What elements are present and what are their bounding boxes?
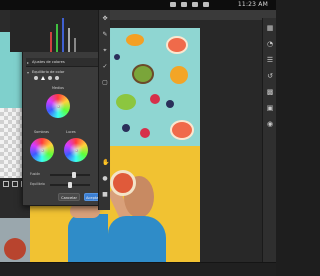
tone-selector (34, 76, 59, 80)
fruit-berry-small (122, 124, 130, 132)
balance-slider-knob[interactable] (68, 182, 72, 188)
swatches-icon[interactable]: ▩ (266, 88, 274, 96)
blend-slider[interactable] (50, 172, 90, 178)
hand-icon[interactable]: ✋ (102, 160, 109, 166)
midtones-icon[interactable] (41, 76, 45, 80)
right-panel-dock: ▦ ◔ ☰ ↺ ▩ ▣ ◉ (262, 18, 276, 268)
grapefruit-held (110, 170, 136, 196)
fruit-orange-half (170, 66, 188, 84)
histogram-bar (62, 18, 64, 52)
wheel-handle[interactable] (57, 105, 61, 109)
histogram-bar (50, 32, 52, 52)
layers-icon[interactable]: ▦ (266, 24, 274, 32)
search-icon[interactable] (192, 2, 198, 7)
fruit-orange-slice (126, 34, 144, 46)
blend-slider-knob[interactable] (72, 172, 76, 178)
section-color-adjustments[interactable]: ▸ Ajustes de colores (26, 58, 98, 67)
fx-icon[interactable] (12, 181, 18, 187)
foreground-color-icon[interactable]: ■ (102, 192, 108, 198)
shadows-icon[interactable] (34, 76, 38, 80)
histogram-bar (56, 24, 58, 52)
fruit-blueberries (166, 100, 174, 108)
balance-slider[interactable] (50, 182, 90, 188)
fruit-strawberry (140, 128, 150, 138)
wifi-icon[interactable] (181, 2, 187, 7)
battery-icon[interactable] (170, 2, 176, 7)
channels-icon[interactable]: ◉ (266, 120, 274, 128)
eraser-icon[interactable]: ▢ (102, 80, 108, 86)
fruit-blueberry (114, 54, 120, 60)
blend-label: Fusión (30, 172, 41, 176)
person-shirt (108, 216, 166, 268)
shadows-label: Sombras (34, 130, 49, 134)
status-bar (0, 262, 276, 276)
link-icon[interactable] (3, 181, 9, 187)
chevron-down-icon: ▾ (27, 70, 30, 75)
wheel-handle[interactable] (41, 149, 45, 153)
options-bar (110, 10, 276, 20)
fruit-grapefruit-bottom (170, 120, 194, 140)
adjustments-icon[interactable]: ◔ (266, 40, 274, 48)
section-label: Equilibrio de color (32, 70, 65, 74)
section-label: Ajustes de colores (32, 60, 65, 64)
global-icon[interactable] (55, 76, 59, 80)
properties-icon[interactable]: ☰ (266, 56, 274, 64)
wheel-handle[interactable] (75, 149, 79, 153)
highlights-icon[interactable] (48, 76, 52, 80)
cancel-button[interactable]: Cancelar (58, 193, 80, 201)
histogram-bar (74, 38, 76, 52)
shadows-color-wheel[interactable] (30, 138, 54, 162)
eyedropper-icon[interactable]: ✓ (102, 64, 108, 70)
panel-tool-strip: ✥ ✎ ⌖ ✓ ▢ ✋ ● ■ (98, 10, 110, 210)
history-icon[interactable]: ↺ (266, 72, 274, 80)
move-icon[interactable]: ✥ (102, 16, 108, 22)
highlights-label: Luces (66, 130, 76, 134)
menu-clock: 11:23 AM (237, 1, 268, 8)
status-icons (170, 2, 209, 7)
fruit-lime (116, 94, 136, 110)
document-canvas[interactable] (108, 28, 200, 268)
crop-icon[interactable]: ⌖ (102, 48, 108, 54)
chevron-right-icon: ▸ (27, 60, 30, 65)
zoom-icon[interactable]: ● (102, 176, 108, 182)
control-center-icon[interactable] (203, 2, 209, 7)
histogram (10, 10, 100, 52)
menu-bar: 11:23 AM (0, 0, 276, 10)
midtones-label: Medios (52, 86, 64, 90)
fruit-grapefruit-slice (166, 36, 188, 54)
brush-icon[interactable]: ✎ (102, 32, 108, 38)
fruit-raspberry (150, 94, 160, 104)
highlights-color-wheel[interactable] (64, 138, 88, 162)
fruit-kiwi (132, 64, 154, 84)
midtones-color-wheel[interactable] (46, 94, 70, 118)
histogram-bar (68, 28, 70, 52)
libraries-icon[interactable]: ▣ (266, 104, 274, 112)
balance-label: Equilibrio (30, 182, 45, 186)
